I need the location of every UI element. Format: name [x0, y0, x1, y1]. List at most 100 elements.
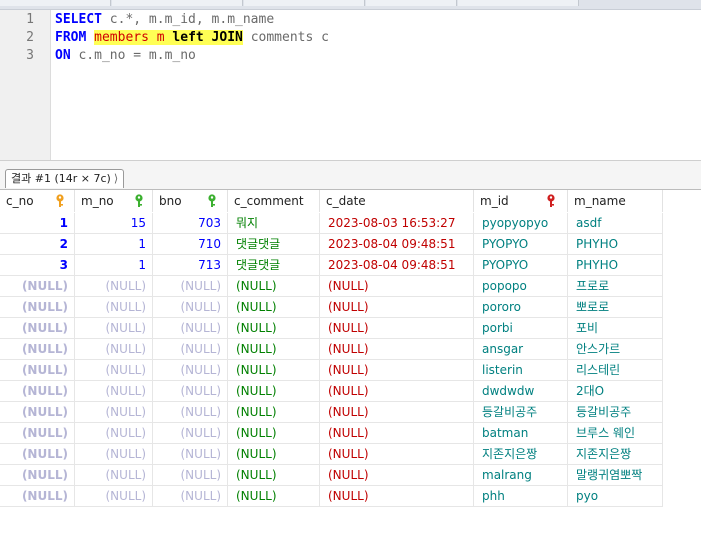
table-cell-m-id[interactable]: 지존지은짱 — [474, 444, 568, 465]
table-cell-m-id[interactable]: PYOPYO — [474, 255, 568, 276]
table-cell-c-no[interactable]: 1 — [0, 213, 75, 234]
table-cell-m-id[interactable]: listerin — [474, 360, 568, 381]
table-cell-c-no[interactable]: (NULL) — [0, 381, 75, 402]
table-cell-c-no[interactable]: (NULL) — [0, 423, 75, 444]
table-cell-m-no[interactable]: (NULL) — [75, 339, 153, 360]
table-cell-bno[interactable]: (NULL) — [153, 444, 228, 465]
table-cell-m-name[interactable]: pyo — [568, 486, 663, 507]
table-cell-m-no[interactable]: (NULL) — [75, 381, 153, 402]
table-cell-bno[interactable]: (NULL) — [153, 465, 228, 486]
table-cell-m-no[interactable]: 15 — [75, 213, 153, 234]
window-tab[interactable] — [244, 0, 365, 6]
table-cell-c-no[interactable]: (NULL) — [0, 360, 75, 381]
table-cell-m-id[interactable]: dwdwdw — [474, 381, 568, 402]
table-cell-c-date[interactable]: (NULL) — [320, 360, 474, 381]
table-cell-m-id[interactable]: batman — [474, 423, 568, 444]
table-cell-m-name[interactable]: 등갈비공주 — [568, 402, 663, 423]
table-cell-c-comment[interactable]: (NULL) — [228, 486, 320, 507]
column-header[interactable]: m_name — [568, 190, 663, 212]
table-cell-bno[interactable]: 710 — [153, 234, 228, 255]
table-cell-c-comment[interactable]: 댓글댓글 — [228, 234, 320, 255]
table-cell-bno[interactable]: (NULL) — [153, 360, 228, 381]
table-cell-m-name[interactable]: 지존지은짱 — [568, 444, 663, 465]
table-cell-c-comment[interactable]: (NULL) — [228, 423, 320, 444]
table-cell-m-name[interactable]: 2대O — [568, 381, 663, 402]
table-cell-m-no[interactable]: (NULL) — [75, 486, 153, 507]
table-cell-c-date[interactable]: (NULL) — [320, 339, 474, 360]
table-cell-c-date[interactable]: (NULL) — [320, 381, 474, 402]
table-cell-bno[interactable]: (NULL) — [153, 318, 228, 339]
result-tab[interactable]: 결과 #1 (14r × 7c) ⟩ — [5, 169, 125, 188]
table-cell-m-no[interactable]: (NULL) — [75, 276, 153, 297]
column-header[interactable]: c_date — [320, 190, 474, 212]
table-cell-c-comment[interactable]: (NULL) — [228, 444, 320, 465]
table-cell-m-name[interactable]: 리스테린 — [568, 360, 663, 381]
table-cell-c-date[interactable]: (NULL) — [320, 276, 474, 297]
table-cell-m-no[interactable]: (NULL) — [75, 423, 153, 444]
table-cell-bno[interactable]: (NULL) — [153, 339, 228, 360]
table-cell-m-name[interactable]: 포비 — [568, 318, 663, 339]
table-cell-c-no[interactable]: (NULL) — [0, 318, 75, 339]
table-cell-bno[interactable]: (NULL) — [153, 402, 228, 423]
table-cell-bno[interactable]: (NULL) — [153, 486, 228, 507]
table-cell-c-no[interactable]: (NULL) — [0, 444, 75, 465]
table-cell-c-comment[interactable]: (NULL) — [228, 339, 320, 360]
window-tab[interactable] — [458, 0, 579, 6]
table-cell-c-date[interactable]: (NULL) — [320, 465, 474, 486]
table-cell-m-id[interactable]: porbi — [474, 318, 568, 339]
window-tab[interactable] — [0, 0, 111, 6]
table-cell-m-no[interactable]: 1 — [75, 234, 153, 255]
table-cell-c-no[interactable]: (NULL) — [0, 339, 75, 360]
table-cell-c-date[interactable]: 2023-08-03 16:53:27 — [320, 213, 474, 234]
table-cell-c-comment[interactable]: 댓글댓글 — [228, 255, 320, 276]
table-cell-c-no[interactable]: (NULL) — [0, 276, 75, 297]
table-cell-bno[interactable]: (NULL) — [153, 297, 228, 318]
tab-close-icon[interactable]: ⟩ — [114, 172, 118, 185]
table-cell-m-id[interactable]: ansgar — [474, 339, 568, 360]
table-cell-m-no[interactable]: (NULL) — [75, 402, 153, 423]
code-line-2[interactable]: FROM members m left JOIN comments c — [55, 30, 329, 45]
table-cell-bno[interactable]: (NULL) — [153, 423, 228, 444]
table-cell-m-id[interactable]: pororo — [474, 297, 568, 318]
window-tab[interactable] — [366, 0, 457, 6]
table-cell-m-name[interactable]: PHYHO — [568, 234, 663, 255]
table-cell-m-no[interactable]: 1 — [75, 255, 153, 276]
table-cell-c-comment[interactable]: (NULL) — [228, 402, 320, 423]
table-cell-c-comment[interactable]: (NULL) — [228, 465, 320, 486]
table-cell-c-no[interactable]: (NULL) — [0, 486, 75, 507]
table-cell-c-comment[interactable]: (NULL) — [228, 276, 320, 297]
table-cell-m-name[interactable]: PHYHO — [568, 255, 663, 276]
table-cell-c-comment[interactable]: (NULL) — [228, 318, 320, 339]
table-cell-bno[interactable]: (NULL) — [153, 276, 228, 297]
table-cell-m-id[interactable]: malrang — [474, 465, 568, 486]
table-cell-c-comment[interactable]: (NULL) — [228, 360, 320, 381]
table-cell-c-comment[interactable]: (NULL) — [228, 381, 320, 402]
table-cell-c-date[interactable]: 2023-08-04 09:48:51 — [320, 234, 474, 255]
table-cell-c-date[interactable]: (NULL) — [320, 402, 474, 423]
table-cell-c-date[interactable]: (NULL) — [320, 318, 474, 339]
table-cell-c-no[interactable]: (NULL) — [0, 402, 75, 423]
table-cell-m-id[interactable]: PYOPYO — [474, 234, 568, 255]
table-cell-m-no[interactable]: (NULL) — [75, 360, 153, 381]
table-cell-c-no[interactable]: 3 — [0, 255, 75, 276]
table-cell-m-name[interactable]: 뽀로로 — [568, 297, 663, 318]
table-cell-m-id[interactable]: phh — [474, 486, 568, 507]
table-cell-c-no[interactable]: 2 — [0, 234, 75, 255]
table-cell-c-date[interactable]: (NULL) — [320, 297, 474, 318]
table-cell-c-no[interactable]: (NULL) — [0, 297, 75, 318]
window-tab[interactable] — [112, 0, 243, 6]
table-cell-c-date[interactable]: (NULL) — [320, 423, 474, 444]
table-cell-m-id[interactable]: 등갈비공주 — [474, 402, 568, 423]
table-cell-m-name[interactable]: asdf — [568, 213, 663, 234]
table-cell-m-name[interactable]: 말랭귀염뽀짝 — [568, 465, 663, 486]
table-cell-bno[interactable]: 713 — [153, 255, 228, 276]
table-cell-m-id[interactable]: pyopyopyo — [474, 213, 568, 234]
code-line-3[interactable]: ON c.m_no = m.m_no — [55, 48, 196, 63]
table-cell-m-name[interactable]: 안스가르 — [568, 339, 663, 360]
table-cell-c-no[interactable]: (NULL) — [0, 465, 75, 486]
code-line-1[interactable]: SELECT c.*, m.m_id, m.m_name — [55, 12, 274, 27]
table-cell-m-name[interactable]: 브루스 웨인 — [568, 423, 663, 444]
table-cell-bno[interactable]: 703 — [153, 213, 228, 234]
table-cell-m-id[interactable]: popopo — [474, 276, 568, 297]
table-cell-bno[interactable]: (NULL) — [153, 381, 228, 402]
